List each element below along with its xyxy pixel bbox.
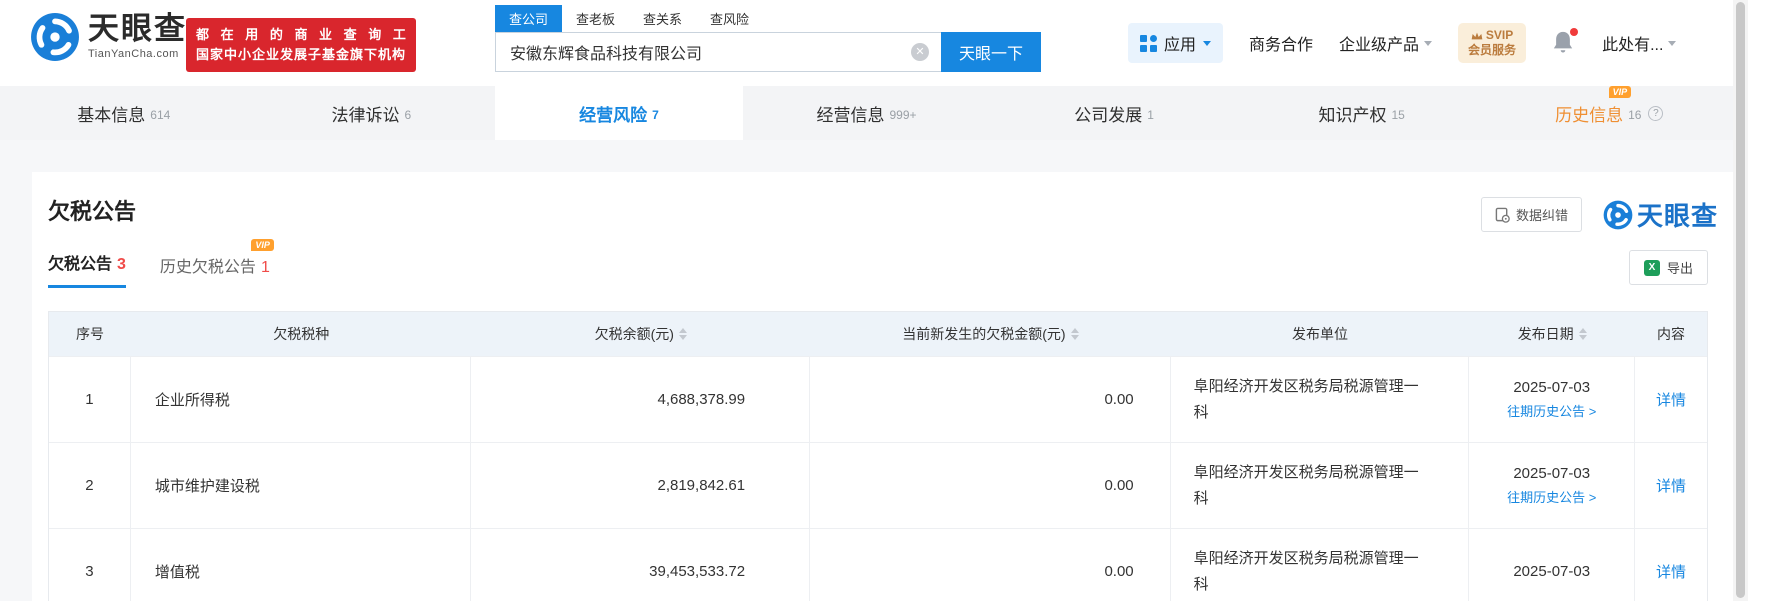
search-tab-relation[interactable]: 查关系	[629, 5, 696, 32]
cell-tax-type: 城市维护建设税	[131, 443, 472, 528]
nav-cooperation[interactable]: 商务合作	[1249, 31, 1313, 55]
cell-date: 2025-07-03 往期历史公告 >	[1469, 443, 1636, 528]
table-row: 3 增值税 39,453,533.72 0.00 阜阳经济开发区税务局税源管理一…	[49, 528, 1707, 601]
export-button[interactable]: X 导出	[1628, 250, 1708, 285]
tax-arrears-table: 序号 欠税税种 欠税余额(元) 当前新发生的欠税金额(元) 发布单位 发布日期 …	[48, 311, 1708, 601]
search-tab-boss[interactable]: 查老板	[562, 5, 629, 32]
data-correction-icon	[1495, 207, 1510, 223]
tab-history-info[interactable]: 历史信息 VIP 16 ?	[1485, 85, 1733, 140]
tab-intellectual-property[interactable]: 知识产权 15	[1238, 86, 1486, 140]
profile-menu[interactable]: 此处有...	[1602, 31, 1677, 55]
tab-legal-litigation[interactable]: 法律诉讼 6	[248, 86, 496, 140]
crown-icon	[1471, 32, 1483, 39]
tax-arrears-card: 欠税公告 数据纠错 天眼查 欠税公告 3 历史欠税公告 1 VIP X 导出 序…	[32, 172, 1733, 601]
cell-detail: 详情	[1635, 443, 1707, 528]
tianyancha-logo[interactable]: 天眼查 TianYanCha.com	[30, 12, 187, 62]
svip-sublabel: 会员服务	[1468, 43, 1517, 57]
cell-publisher: 阜阳经济开发区税务局税源管理一科	[1171, 443, 1470, 528]
cell-tax-type: 增值税	[131, 529, 472, 601]
search-tabs: 查公司 查老板 查关系 查风险	[495, 5, 1041, 32]
clear-icon[interactable]: ✕	[911, 43, 929, 61]
watermark-logo: 天眼查	[1603, 196, 1718, 233]
svip-label: SVIP	[1485, 28, 1514, 42]
cell-index: 2	[49, 443, 131, 528]
help-icon[interactable]: ?	[1648, 105, 1664, 121]
cell-new-amount: 0.00	[810, 443, 1171, 528]
company-section-tabs: 基本信息 614 法律诉讼 6 经营风险 7 经营信息 999+ 公司发展 1 知识产权 1…	[0, 85, 1733, 140]
cell-index: 1	[49, 357, 131, 442]
cell-detail: 详情	[1635, 357, 1707, 442]
subtab-tax-arrears[interactable]: 欠税公告 3	[48, 250, 126, 288]
slogan-badge: 都 在 用 的 商 业 查 询 工 具 国家中小企业发展子基金旗下机构	[186, 18, 435, 72]
col-publisher: 发布单位	[1291, 326, 1348, 342]
col-index: 序号	[75, 326, 104, 342]
sort-icon	[1070, 328, 1079, 340]
sort-icon	[1578, 328, 1587, 340]
apps-grid-icon	[1140, 34, 1157, 52]
notification-dot	[1570, 28, 1579, 36]
subtab-history-tax-arrears[interactable]: 历史欠税公告 1 VIP	[160, 239, 274, 288]
search-tab-company[interactable]: 查公司	[495, 5, 563, 32]
apps-menu[interactable]: 应用	[1128, 23, 1224, 63]
detail-link[interactable]: 详情	[1656, 389, 1686, 410]
tianyancha-swirl-icon	[31, 13, 79, 61]
tianyancha-swirl-icon	[1603, 200, 1633, 229]
svip-member-badge[interactable]: SVIP 会员服务	[1458, 23, 1527, 63]
table-header-row: 序号 欠税税种 欠税余额(元) 当前新发生的欠税金额(元) 发布单位 发布日期 …	[49, 312, 1707, 356]
apps-label: 应用	[1164, 37, 1197, 54]
tab-company-development[interactable]: 公司发展 1	[990, 86, 1238, 140]
cell-new-amount: 0.00	[810, 357, 1171, 442]
chevron-down-icon	[1668, 40, 1677, 46]
subtabs: 欠税公告 3 历史欠税公告 1 VIP	[48, 239, 1733, 288]
col-publish-date-sortable[interactable]: 发布日期	[1469, 324, 1635, 344]
col-balance-sortable[interactable]: 欠税余额(元)	[472, 324, 811, 344]
vip-badge: VIP	[251, 239, 274, 251]
cell-balance: 4,688,378.99	[471, 357, 811, 442]
cell-detail: 详情	[1635, 529, 1707, 601]
search-input[interactable]	[495, 32, 941, 72]
cell-index: 3	[49, 529, 131, 601]
tab-operating-risk[interactable]: 经营风险 7	[495, 86, 743, 140]
col-tax-type: 欠税税种	[273, 326, 330, 342]
cell-date: 2025-07-03	[1469, 529, 1636, 601]
table-row: 2 城市维护建设税 2,819,842.61 0.00 阜阳经济开发区税务局税源…	[49, 442, 1707, 528]
detail-link[interactable]: 详情	[1656, 475, 1686, 496]
brand-name: 天眼查	[88, 11, 187, 46]
vip-badge: VIP	[1608, 85, 1632, 98]
tab-basic-info[interactable]: 基本信息 614	[0, 86, 248, 140]
tab-operating-info[interactable]: 经营信息 999+	[743, 86, 991, 140]
scrollbar-thumb[interactable]	[1736, 2, 1745, 598]
history-announcements-link[interactable]: 往期历史公告 >	[1507, 487, 1596, 506]
cell-balance: 2,819,842.61	[471, 443, 811, 528]
detail-link[interactable]: 详情	[1656, 561, 1686, 582]
cell-date: 2025-07-03 往期历史公告 >	[1469, 357, 1636, 442]
col-content: 内容	[1657, 326, 1686, 342]
search-area: 查公司 查老板 查关系 查风险 ✕ 天眼一下	[495, 5, 1041, 72]
brand-domain: TianYanCha.com	[88, 48, 179, 60]
top-nav: 应用 商务合作 企业级产品 SVIP 会员服务 此处有...	[1128, 0, 1677, 86]
top-header: 天眼查 TianYanCha.com 都 在 用 的 商 业 查 询 工 具 国…	[0, 0, 1733, 86]
notifications-bell[interactable]	[1552, 28, 1579, 56]
search-button[interactable]: 天眼一下	[941, 32, 1041, 72]
slogan-line2: 国家中小企业发展子基金旗下机构	[196, 47, 407, 62]
history-announcements-link[interactable]: 往期历史公告 >	[1507, 401, 1596, 420]
tianyancha-page: 天眼查 TianYanCha.com 都 在 用 的 商 业 查 询 工 具 国…	[0, 0, 1780, 601]
sort-icon	[678, 328, 687, 340]
cell-publisher: 阜阳经济开发区税务局税源管理一科	[1171, 529, 1470, 601]
watermark-text: 天眼查	[1636, 201, 1718, 231]
col-new-amount-sortable[interactable]: 当前新发生的欠税金额(元)	[810, 324, 1171, 344]
search-tab-risk[interactable]: 查风险	[696, 5, 763, 32]
cell-tax-type: 企业所得税	[131, 357, 472, 442]
excel-icon: X	[1643, 259, 1660, 276]
table-row: 1 企业所得税 4,688,378.99 0.00 阜阳经济开发区税务局税源管理…	[49, 356, 1707, 442]
vertical-scrollbar[interactable]	[1733, 0, 1748, 601]
cell-balance: 39,453,533.72	[471, 529, 811, 601]
slogan-line1: 都 在 用 的 商 业 查 询 工 具	[196, 27, 435, 42]
cell-new-amount: 0.00	[810, 529, 1171, 601]
cell-publisher: 阜阳经济开发区税务局税源管理一科	[1171, 357, 1470, 442]
chevron-down-icon	[1203, 40, 1212, 46]
chevron-down-icon	[1424, 40, 1433, 46]
nav-enterprise[interactable]: 企业级产品	[1339, 31, 1433, 55]
data-correction-button[interactable]: 数据纠错	[1480, 197, 1582, 232]
